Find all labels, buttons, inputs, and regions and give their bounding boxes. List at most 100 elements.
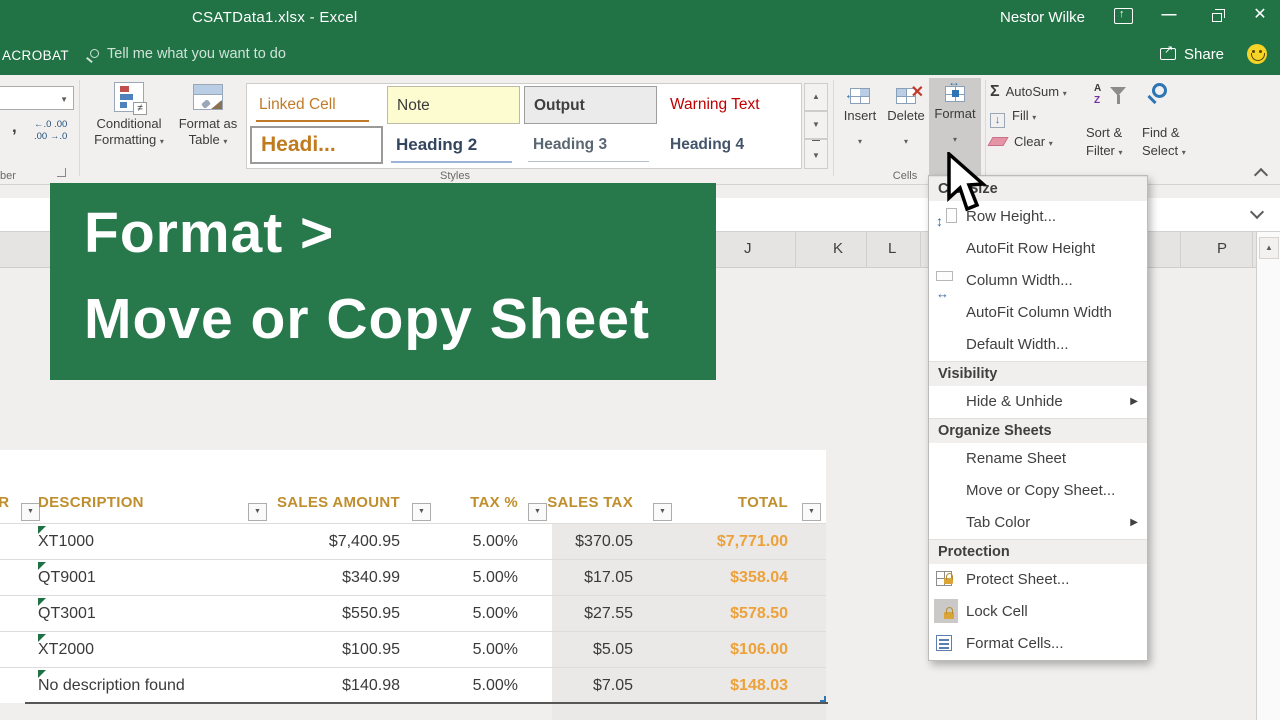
menu-item-rename-sheet[interactable]: Rename Sheet [929,443,1147,475]
table-row[interactable]: No description found $140.98 5.00% $7.05 $14… [0,667,826,703]
increase-decimal-button[interactable]: ←.0 .00 [34,119,67,130]
tell-me-box[interactable]: Tell me what you want to do [90,46,286,62]
autosum-label: AutoSum [1005,84,1060,99]
cell-sales-tax[interactable]: $5.05 [525,632,633,667]
style-warning-text[interactable]: Warning Text [661,86,794,124]
style-heading3[interactable]: Heading 3 [524,126,657,164]
cell-total[interactable]: $148.03 [640,668,788,703]
menu-item-move-or-copy-sheet[interactable]: Move or Copy Sheet... [929,475,1147,507]
cell-description[interactable]: QT9001 [38,560,96,595]
menu-item-format-cells[interactable]: Format Cells... [929,628,1147,660]
cell-total[interactable]: $106.00 [640,632,788,667]
restore-button[interactable] [1200,0,1234,32]
decrease-decimal-button[interactable]: .00 →.0 [34,131,67,142]
cell-description[interactable]: XT2000 [38,632,94,667]
filter-dropdown-button[interactable]: ▼ [802,503,821,521]
menu-item-label: Tab Color [966,514,1031,531]
window-title: CSATData1.xlsx - Excel [192,9,358,26]
cell-total[interactable]: $358.04 [640,560,788,595]
cell-total[interactable]: $7,771.00 [640,524,788,559]
style-linked-cell[interactable]: Linked Cell [250,86,383,124]
style-heading2[interactable]: Heading 2 [387,126,520,164]
group-divider [833,80,834,176]
cell-tax-pct[interactable]: 5.00% [410,524,518,559]
delete-button[interactable]: ✕ Delete ▾ [883,80,929,180]
cell-sales-tax[interactable]: $27.55 [525,596,633,631]
conditional-formatting-button[interactable]: ≠ Conditional Formatting ▾ [86,80,172,180]
style-note[interactable]: Note [387,86,520,124]
cell-sales-amount[interactable]: $340.99 [240,560,400,595]
table-header-tax: TAX % [470,494,518,511]
tab-acrobat[interactable]: ACROBAT [2,48,69,63]
cell-tax-pct[interactable]: 5.00% [410,596,518,631]
cell-tax-pct[interactable]: 5.00% [410,668,518,703]
feedback-smiley-icon[interactable] [1247,44,1267,64]
table-resize-handle[interactable] [820,696,826,702]
menu-section-organize-sheets: Organize Sheets [929,418,1147,443]
cell-description[interactable]: QT3001 [38,596,96,631]
tell-me-label: Tell me what you want to do [107,46,286,62]
menu-item-tab-color[interactable]: Tab Color ▶ [929,507,1147,539]
chevron-down-icon: ▾ [857,137,862,146]
close-button[interactable]: ✕ [1243,0,1277,32]
column-header-p[interactable]: P [1217,240,1227,257]
format-icon: ↔ [945,75,965,102]
clear-button[interactable]: Clear ▾ [987,134,1053,149]
menu-item-label: Column Width... [966,272,1073,289]
insert-button[interactable]: ← Insert ▾ [837,80,883,180]
cell-sales-amount[interactable]: $140.98 [240,668,400,703]
data-table[interactable]: ER ▼ DESCRIPTION ▼ SALES AMOUNT ▼ TAX % … [0,450,828,720]
number-format-dropdown[interactable]: ▼ [0,86,74,110]
cell-sales-amount[interactable]: $550.95 [240,596,400,631]
menu-item-autofit-column-width[interactable]: AutoFit Column Width [929,297,1147,329]
style-output[interactable]: Output [524,86,657,124]
cell-sales-tax[interactable]: $370.05 [525,524,633,559]
table-row[interactable]: XT1000 $7,400.95 5.00% $370.05 $7,771.00 [0,523,826,559]
collapse-ribbon-icon[interactable] [1256,167,1266,177]
table-header-order: ER [0,494,10,511]
minimize-button[interactable]: — [1152,0,1186,32]
number-dialog-launcher-icon[interactable] [57,168,66,177]
scroll-up-button[interactable]: ▲ [1259,237,1279,259]
menu-item-label: Protect Sheet... [966,571,1070,588]
styles-scroll-up-button[interactable]: ▲ [804,83,828,111]
column-header-k[interactable]: K [833,240,843,257]
menu-item-default-width[interactable]: Default Width... [929,329,1147,361]
styles-scroll-down-button[interactable]: ▼ [804,111,828,139]
cell-description[interactable]: XT1000 [38,524,94,559]
ribbon-display-options-icon[interactable] [1114,8,1133,24]
table-row[interactable]: QT3001 $550.95 5.00% $27.55 $578.50 [0,595,826,631]
cell-description[interactable]: No description found [38,668,185,703]
cell-tax-pct[interactable]: 5.00% [410,632,518,667]
styles-more-button[interactable]: ▼ [804,139,828,169]
table-row[interactable]: QT9001 $340.99 5.00% $17.05 $358.04 [0,559,826,595]
style-heading1-selected[interactable]: Headi... [250,126,383,164]
style-heading4[interactable]: Heading 4 [661,126,794,164]
column-header-l[interactable]: L [888,240,896,257]
autosum-button[interactable]: Σ AutoSum ▾ [990,83,1067,101]
menu-item-hide-unhide[interactable]: Hide & Unhide ▶ [929,386,1147,418]
menu-item-autofit-row-height[interactable]: AutoFit Row Height [929,233,1147,265]
menu-item-column-width[interactable]: ↔ Column Width... [929,265,1147,301]
vertical-scrollbar[interactable]: ▲ [1256,232,1280,720]
filter-funnel-icon [1110,87,1126,104]
format-as-table-button[interactable]: Format as Table ▾ [174,80,242,180]
menu-item-lock-cell[interactable]: Lock Cell [929,596,1147,628]
table-row[interactable]: XT2000 $100.95 5.00% $5.05 $106.00 [0,631,826,667]
cell-sales-tax[interactable]: $17.05 [525,560,633,595]
formula-bar-expand-icon[interactable] [1252,207,1264,219]
share-button[interactable]: Share [1160,43,1224,63]
cell-tax-pct[interactable]: 5.00% [410,560,518,595]
filter-dropdown-button[interactable]: ▼ [653,503,672,521]
fill-button[interactable]: ↓ Fill ▾ [990,108,1036,128]
comma-style-button[interactable]: , [12,117,17,137]
cell-total[interactable]: $578.50 [640,596,788,631]
cell-sales-tax[interactable]: $7.05 [525,668,633,703]
filter-dropdown-button[interactable]: ▼ [412,503,431,521]
cell-sales-amount[interactable]: $7,400.95 [240,524,400,559]
menu-item-protect-sheet[interactable]: Protect Sheet... [929,564,1147,596]
column-header-j[interactable]: J [744,240,752,257]
fill-down-icon: ↓ [990,113,1005,128]
cell-sales-amount[interactable]: $100.95 [240,632,400,667]
mouse-cursor [947,152,988,212]
